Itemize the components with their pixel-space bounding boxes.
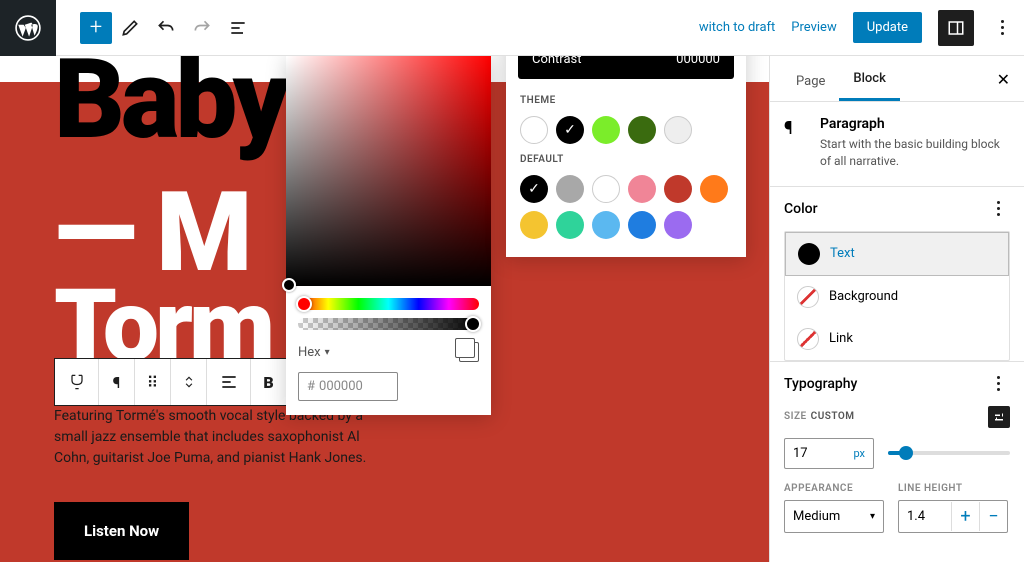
settings-sidebar: Page Block ✕ ¶ Paragraph Start with the … — [769, 56, 1024, 562]
color-panel-head[interactable]: Color — [770, 186, 1024, 231]
font-size-slider[interactable] — [888, 451, 1010, 455]
default-swatch[interactable] — [664, 211, 692, 239]
typography-panel-head[interactable]: Typography — [770, 361, 1024, 406]
block-description: Start with the basic building block of a… — [820, 136, 1010, 170]
contrast-label: Contrast — [532, 56, 582, 67]
theme-swatch[interactable]: ✓ — [556, 116, 584, 144]
paragraph-text[interactable]: Featuring Tormé's smooth vocal style bac… — [54, 406, 374, 469]
theme-section-label: THEME — [506, 91, 746, 110]
block-toolbar: ¶ ⠿ B — [54, 358, 288, 406]
editor-topbar: + witch to draft Preview Update — [0, 0, 1024, 56]
theme-swatch[interactable] — [520, 116, 548, 144]
format-label[interactable]: Hex — [298, 345, 321, 360]
align-icon[interactable] — [207, 359, 251, 405]
drag-icon[interactable]: ⠿ — [135, 359, 171, 405]
saturation-cursor[interactable] — [282, 278, 296, 292]
preview-link[interactable]: Preview — [791, 20, 836, 35]
saturation-area[interactable] — [286, 56, 491, 286]
block-title: Paragraph — [820, 116, 1010, 132]
hue-cursor[interactable] — [296, 296, 312, 312]
default-swatch[interactable]: ✓ — [520, 175, 548, 203]
appearance-label: APPEARANCE — [784, 483, 884, 494]
tab-page[interactable]: Page — [782, 62, 839, 101]
size-row: 17 px — [770, 428, 1024, 479]
size-settings-icon[interactable] — [988, 406, 1010, 428]
more-options-icon[interactable] — [990, 20, 1014, 35]
theme-swatch[interactable] — [664, 116, 692, 144]
default-swatch[interactable] — [628, 211, 656, 239]
default-swatch[interactable] — [628, 175, 656, 203]
size-label-row: SIZE CUSTOM — [770, 406, 1024, 428]
color-picker-popup: Hex ▾ #000000 — [286, 56, 491, 415]
default-swatch[interactable] — [592, 175, 620, 203]
color-item-link[interactable]: Link — [785, 318, 1009, 360]
view-settings-icon[interactable] — [938, 10, 974, 46]
tab-block[interactable]: Block — [839, 59, 899, 101]
link-color-swatch — [797, 328, 819, 350]
font-size-input[interactable]: 17 px — [784, 438, 874, 469]
theme-swatch[interactable] — [592, 116, 620, 144]
close-icon[interactable]: ✕ — [983, 58, 1024, 101]
default-swatch[interactable] — [556, 175, 584, 203]
alpha-cursor[interactable] — [465, 316, 481, 332]
color-item-background[interactable]: Background — [785, 276, 1009, 318]
default-swatch[interactable] — [664, 175, 692, 203]
bold-icon[interactable]: B — [251, 359, 287, 405]
edit-mode-icon[interactable] — [112, 10, 148, 46]
listen-now-button[interactable]: Listen Now — [54, 502, 189, 560]
lh-increment-button[interactable]: + — [951, 502, 979, 531]
default-swatch[interactable] — [700, 175, 728, 203]
lh-decrement-button[interactable]: − — [979, 502, 1007, 531]
appearance-select[interactable]: Medium ▾ — [784, 500, 884, 533]
color-presets-popup: Contrast 000000 THEME ✓ DEFAULT ✓ — [506, 56, 746, 257]
redo-icon[interactable] — [184, 10, 220, 46]
chevron-down-icon[interactable]: ▾ — [325, 347, 330, 358]
undo-icon[interactable] — [148, 10, 184, 46]
wordpress-logo[interactable] — [0, 0, 56, 56]
move-icon[interactable] — [171, 359, 207, 405]
text-color-swatch — [798, 243, 820, 265]
copy-icon[interactable] — [459, 342, 479, 362]
cover-title-black[interactable]: Baby — [54, 56, 286, 153]
paragraph-icon: ¶ — [784, 116, 808, 170]
chevron-down-icon: ▾ — [870, 511, 875, 522]
color-item-text[interactable]: Text — [785, 232, 1009, 276]
theme-swatch[interactable] — [628, 116, 656, 144]
default-swatches: ✓ — [506, 169, 746, 245]
lineheight-input[interactable]: 1.4 + − — [898, 500, 1008, 533]
hue-slider[interactable] — [298, 298, 479, 310]
bg-color-swatch — [797, 286, 819, 308]
default-swatch[interactable] — [520, 211, 548, 239]
theme-swatches: ✓ — [506, 110, 746, 150]
default-swatch[interactable] — [556, 211, 584, 239]
paragraph-icon[interactable]: ¶ — [99, 359, 135, 405]
switch-draft-link[interactable]: witch to draft — [699, 20, 775, 35]
document-outline-icon[interactable] — [220, 10, 256, 46]
color-options-icon[interactable] — [986, 201, 1010, 216]
sidebar-tabs: Page Block ✕ — [770, 56, 1024, 102]
hex-input[interactable]: #000000 — [298, 372, 398, 401]
add-block-button[interactable]: + — [80, 12, 112, 44]
slider-thumb[interactable] — [899, 446, 913, 460]
default-swatch[interactable] — [592, 211, 620, 239]
editor-canvas[interactable]: Baby — M Torm ¶ ⠿ B Featuring Tormé's sm… — [0, 56, 769, 562]
contrast-value: 000000 — [676, 56, 720, 67]
contrast-preview: Contrast 000000 — [518, 56, 734, 79]
block-info: ¶ Paragraph Start with the basic buildin… — [770, 102, 1024, 186]
alpha-slider[interactable] — [298, 318, 479, 330]
update-button[interactable]: Update — [853, 12, 922, 43]
typo-options-icon[interactable] — [986, 376, 1010, 391]
lineheight-label: LINE HEIGHT — [898, 483, 1008, 494]
block-type-icon[interactable] — [55, 359, 99, 405]
color-section: Text Background Link — [784, 231, 1010, 361]
default-section-label: DEFAULT — [506, 150, 746, 169]
